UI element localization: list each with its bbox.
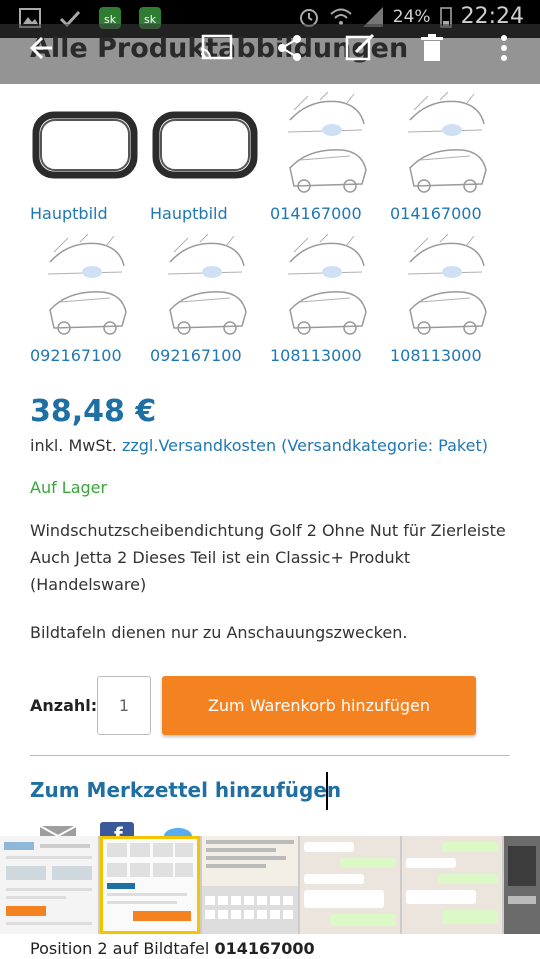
edit-icon[interactable] xyxy=(340,28,380,68)
thumbnail-label[interactable]: 092167100 xyxy=(150,346,270,365)
thumbnail-label[interactable]: 108113000 xyxy=(390,346,510,365)
tax-info: inkl. MwSt. zzgl.Versandkosten (Versandk… xyxy=(30,436,488,455)
diagram-image xyxy=(30,232,140,342)
thumbnail-label[interactable]: 014167000 xyxy=(270,204,390,223)
thumbnail-label[interactable]: Hauptbild xyxy=(150,204,270,223)
product-image-thumbnail[interactable]: 108113000 xyxy=(270,232,390,365)
diagram-image xyxy=(150,232,260,342)
text-cursor xyxy=(326,772,328,810)
product-image-thumbnail[interactable]: 092167100 xyxy=(30,232,150,365)
filmstrip-thumbnail[interactable] xyxy=(0,836,98,934)
image-note: Bildtafeln dienen nur zu Anschauungszwec… xyxy=(30,623,408,642)
filmstrip-thumbnail[interactable] xyxy=(300,836,400,934)
thumbnail-label[interactable]: 092167100 xyxy=(30,346,150,365)
cast-icon[interactable] xyxy=(196,28,236,68)
shipping-costs-link[interactable]: zzgl.Versandkosten (Versandkategorie: Pa… xyxy=(122,436,488,455)
more-icon[interactable] xyxy=(484,28,524,68)
stock-status: Auf Lager xyxy=(30,478,108,497)
quantity-input[interactable]: 1 xyxy=(97,676,151,735)
diagram-image xyxy=(390,232,500,342)
caption-number: 014167000 xyxy=(214,939,315,958)
product-price: 38,48 € xyxy=(30,394,157,429)
thumbnail-label[interactable]: 108113000 xyxy=(270,346,390,365)
seal-image xyxy=(150,90,260,200)
caption-prefix: Position 2 auf Bildtafel xyxy=(30,939,210,958)
filmstrip-thumbnail[interactable] xyxy=(504,836,540,934)
product-image-thumbnail[interactable]: 092167100 xyxy=(150,232,270,365)
thumbnail-label[interactable]: 014167000 xyxy=(390,204,510,223)
diagram-image xyxy=(270,232,380,342)
filmstrip-thumbnail-selected[interactable] xyxy=(100,836,200,934)
image-filmstrip xyxy=(0,836,540,934)
divider xyxy=(30,755,510,756)
product-image-thumbnail[interactable]: 014167000 xyxy=(390,90,510,223)
thumbnail-label[interactable]: Hauptbild xyxy=(30,204,150,223)
share-icon[interactable] xyxy=(270,28,310,68)
filmstrip-thumbnail[interactable] xyxy=(202,836,298,934)
seal-image xyxy=(30,90,140,200)
delete-icon[interactable] xyxy=(412,28,452,68)
product-description: Windschutzscheibendichtung Golf 2 Ohne N… xyxy=(30,521,506,594)
diagram-image xyxy=(390,90,500,200)
tax-text: inkl. MwSt. xyxy=(30,436,117,455)
product-image-thumbnail[interactable]: Hauptbild xyxy=(30,90,150,223)
add-to-cart-button[interactable]: Zum Warenkorb hinzufügen xyxy=(162,676,476,735)
diagram-image xyxy=(270,90,380,200)
quantity-label: Anzahl: xyxy=(30,696,98,715)
back-arrow-icon[interactable] xyxy=(20,28,60,68)
filmstrip-thumbnail[interactable] xyxy=(402,836,502,934)
product-image-thumbnail[interactable]: Hauptbild xyxy=(150,90,270,223)
image-caption: Position 2 auf Bildtafel 014167000 xyxy=(30,939,315,958)
add-to-wishlist-link[interactable]: Zum Merkzettel hinzufügen xyxy=(30,778,341,802)
product-image-thumbnail[interactable]: 014167000 xyxy=(270,90,390,223)
product-image-thumbnail[interactable]: 108113000 xyxy=(390,232,510,365)
